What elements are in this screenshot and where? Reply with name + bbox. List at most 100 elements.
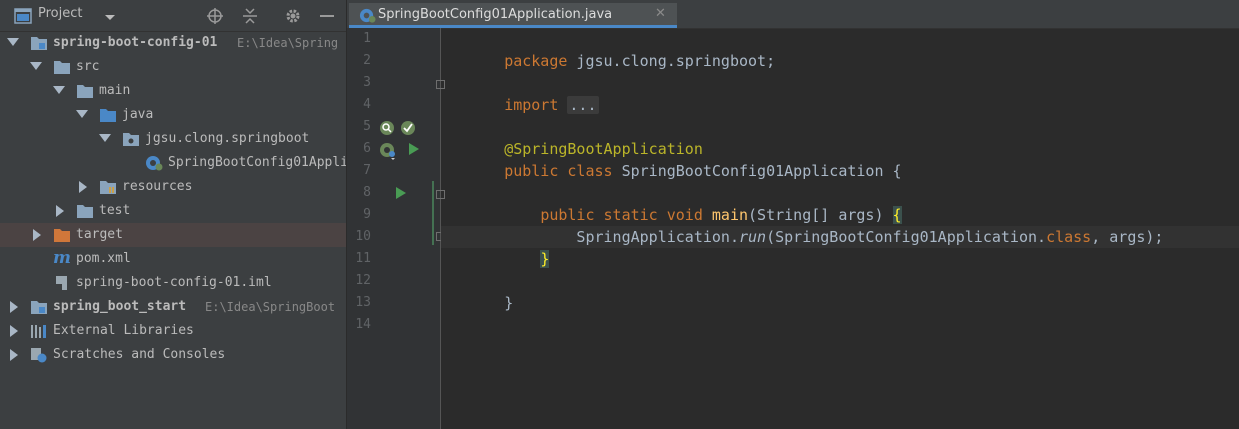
expand-arrow-icon[interactable] — [30, 62, 42, 70]
tree-item-label: main — [99, 83, 131, 98]
folded-imports[interactable]: ... — [567, 96, 599, 114]
line-number: 9 — [363, 207, 371, 222]
close-icon[interactable]: ✕ — [655, 6, 666, 21]
tree-item-spring-boot-config-01[interactable]: spring-boot-config-01 E:\Idea\Spring — [0, 31, 346, 55]
code-line-1: package jgsu.clong.springboot; — [450, 28, 775, 70]
keyword-import: import — [504, 96, 559, 114]
spring-boot-app-icon[interactable] — [379, 142, 397, 160]
maven-icon: m — [53, 248, 71, 268]
expand-arrow-icon[interactable] — [53, 86, 65, 94]
tree-item-main[interactable]: main — [0, 79, 346, 103]
package-icon — [123, 133, 139, 146]
gear-icon[interactable] — [284, 7, 302, 25]
code-line-13: } — [450, 270, 513, 312]
tree-item-scratches[interactable]: Scratches and Consoles — [0, 343, 346, 367]
chevron-down-icon[interactable] — [101, 8, 119, 26]
line-number: 1 — [363, 31, 371, 46]
editor-gutter[interactable]: 1 2 3 4 5 6 7 8 9 10 11 12 13 14 — [347, 28, 445, 429]
line-number: 11 — [355, 251, 371, 266]
expand-arrow-icon[interactable] — [56, 205, 64, 217]
tree-item-test[interactable]: test — [0, 199, 346, 223]
spring-boot-class-icon — [146, 156, 163, 171]
tree-item-label: target — [76, 227, 123, 242]
line-number: 6 — [363, 141, 371, 156]
folder-icon — [77, 85, 93, 98]
tree-item-iml[interactable]: spring-boot-config-01.iml — [0, 271, 346, 295]
collapse-all-icon[interactable] — [241, 7, 259, 25]
tree-item-label: resources — [122, 179, 193, 194]
hide-panel-icon[interactable] — [318, 7, 336, 25]
tree-item-label: src — [76, 59, 100, 74]
expand-arrow-icon[interactable] — [10, 325, 18, 337]
tab-springbootconfig01application[interactable]: SpringBootConfig01Application.java ✕ — [349, 3, 677, 28]
tree-item-label: spring_boot_start — [53, 299, 187, 314]
tree-item-target[interactable]: target — [0, 223, 346, 247]
code-line-7: public class SpringBootConfig01Applicati… — [450, 138, 901, 180]
spring-leaf-icon[interactable] — [400, 120, 416, 136]
code-area[interactable]: package jgsu.clong.springboot; import ..… — [441, 28, 1239, 429]
locate-crosshair-icon[interactable] — [206, 7, 224, 25]
tree-item-package[interactable]: jgsu.clong.springboot — [0, 127, 346, 151]
class-declaration: SpringBootConfig01Application { — [612, 162, 902, 180]
tree-item-spring-boot-start[interactable]: spring_boot_start E:\Idea\SpringBoot — [0, 295, 346, 319]
tree-item-application-class[interactable]: SpringBootConfig01Appli — [0, 151, 346, 175]
folder-icon — [77, 205, 93, 218]
expand-arrow-icon[interactable] — [10, 301, 18, 313]
tree-item-label: pom.xml — [76, 251, 131, 266]
tree-item-src[interactable]: src — [0, 55, 346, 79]
tree-item-label: jgsu.clong.springboot — [145, 131, 310, 146]
code-line-9: public static void main(String[] args) { — [450, 182, 902, 224]
line-number: 8 — [363, 185, 371, 200]
expand-arrow-icon[interactable] — [99, 134, 111, 142]
package-name: jgsu.clong.springboot; — [567, 52, 776, 70]
matched-brace: } — [540, 250, 550, 268]
tree-item-resources[interactable]: resources — [0, 175, 346, 199]
project-panel-title[interactable]: Project — [38, 6, 82, 21]
line-number: 5 — [363, 119, 371, 134]
code-editor[interactable]: SpringBootConfig01Application.java ✕ 1 2… — [347, 0, 1239, 429]
spring-bean-search-icon[interactable] — [379, 120, 395, 136]
static-method-call: run — [739, 228, 767, 246]
line-number: 13 — [355, 295, 371, 310]
tree-item-label: spring-boot-config-01.iml — [76, 275, 272, 290]
expand-arrow-icon[interactable] — [33, 229, 41, 241]
tree-item-label: Scratches and Consoles — [53, 347, 226, 362]
libraries-icon — [31, 325, 46, 338]
tree-item-label: spring-boot-config-01 — [53, 35, 218, 50]
tree-item-path: E:\Idea\Spring — [237, 36, 339, 50]
expand-arrow-icon[interactable] — [79, 181, 87, 193]
line-number: 3 — [363, 75, 371, 90]
resources-folder-icon — [100, 181, 116, 194]
closing-brace: } — [504, 294, 514, 312]
tree-item-label: External Libraries — [53, 323, 194, 338]
line-number: 14 — [355, 317, 371, 332]
excluded-folder-icon — [54, 229, 70, 242]
code-text: (SpringBootConfig01Application. — [766, 228, 1047, 246]
spring-boot-class-icon — [359, 8, 376, 23]
run-main-icon[interactable] — [395, 186, 407, 200]
module-folder-icon — [31, 301, 47, 314]
project-window-icon — [14, 8, 32, 24]
expand-arrow-icon[interactable] — [7, 38, 19, 46]
expand-arrow-icon[interactable] — [76, 110, 88, 118]
tree-item-external-libraries[interactable]: External Libraries — [0, 319, 346, 343]
iml-file-icon — [56, 276, 67, 290]
expand-arrow-icon[interactable] — [10, 349, 18, 361]
vcs-change-marker[interactable] — [432, 181, 434, 245]
tree-item-label: java — [122, 107, 154, 122]
keyword-class: class — [1046, 228, 1092, 246]
line-number: 4 — [363, 97, 371, 112]
code-line-11: } — [450, 226, 550, 268]
tree-item-pom-xml[interactable]: m pom.xml — [0, 247, 346, 271]
tree-item-label: test — [99, 203, 131, 218]
source-folder-icon — [100, 109, 116, 122]
code-line-3: import ... — [450, 72, 599, 114]
project-panel-header: Project — [0, 0, 346, 32]
folder-icon — [54, 61, 70, 74]
tree-item-label: SpringBootConfig01Appli — [168, 155, 346, 170]
tree-item-java[interactable]: java — [0, 103, 346, 127]
code-line-6: @SpringBootApplication — [450, 116, 703, 158]
run-icon[interactable] — [408, 142, 420, 156]
code-line-10: SpringApplication.run(SpringBootConfig01… — [450, 204, 1163, 246]
